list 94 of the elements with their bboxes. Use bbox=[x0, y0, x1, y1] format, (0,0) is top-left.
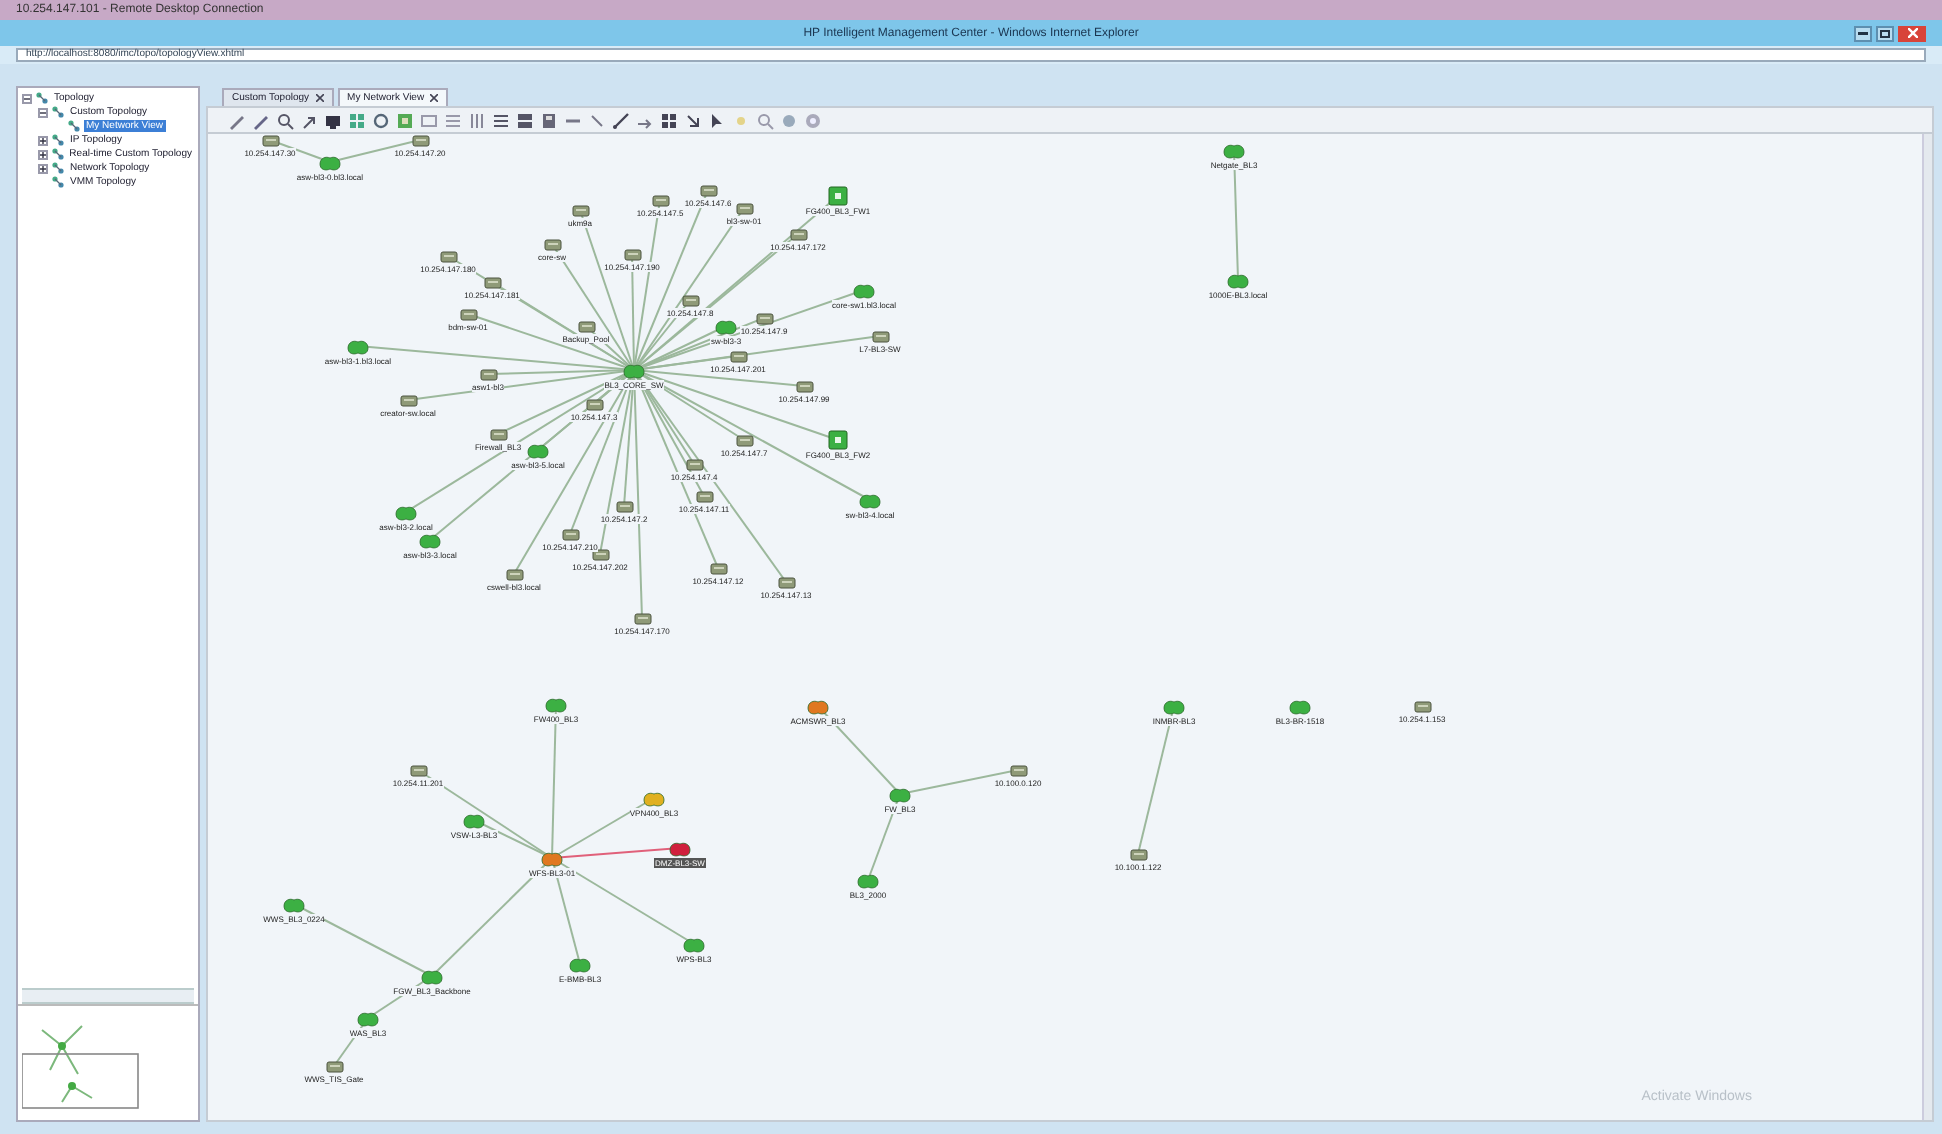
switch-icon[interactable] bbox=[1129, 847, 1147, 861]
switch-icon[interactable] bbox=[1009, 763, 1027, 777]
switch-icon[interactable] bbox=[681, 293, 699, 307]
switch-icon[interactable] bbox=[795, 379, 813, 393]
router-icon[interactable] bbox=[568, 955, 592, 973]
expand-icon[interactable] bbox=[38, 149, 48, 159]
cursor-icon[interactable] bbox=[708, 111, 726, 129]
save-icon[interactable] bbox=[540, 111, 558, 129]
switch-icon[interactable] bbox=[871, 329, 889, 343]
vertical-scrollbar[interactable] bbox=[1922, 134, 1932, 1120]
switch-icon[interactable] bbox=[483, 275, 501, 289]
monitor-icon[interactable] bbox=[324, 111, 342, 129]
switch-icon[interactable] bbox=[615, 499, 633, 513]
maximize-icon bbox=[1880, 29, 1891, 37]
router-icon[interactable] bbox=[540, 849, 564, 867]
switch-icon[interactable] bbox=[755, 311, 773, 325]
switch-icon[interactable] bbox=[571, 203, 589, 217]
router-icon[interactable] bbox=[544, 695, 568, 713]
close-button[interactable] bbox=[1898, 25, 1927, 41]
switch-icon[interactable] bbox=[439, 249, 457, 263]
router-icon[interactable] bbox=[526, 441, 550, 459]
switch-icon[interactable] bbox=[489, 427, 507, 441]
switch-icon[interactable] bbox=[735, 433, 753, 447]
square-node-icon[interactable] bbox=[828, 430, 848, 450]
switch-icon[interactable] bbox=[777, 575, 795, 589]
switch-icon[interactable] bbox=[585, 397, 603, 411]
topology-icon bbox=[52, 106, 64, 118]
topology-icon bbox=[68, 120, 80, 132]
switch-icon[interactable] bbox=[699, 183, 717, 197]
switch-icon[interactable] bbox=[1413, 699, 1431, 713]
zoom-icon[interactable] bbox=[276, 111, 294, 129]
maximize-button[interactable] bbox=[1876, 25, 1895, 41]
switch-icon[interactable] bbox=[479, 367, 497, 381]
router-icon[interactable] bbox=[418, 531, 442, 549]
switch-icon[interactable] bbox=[543, 237, 561, 251]
horizontal-scrollbar[interactable] bbox=[22, 988, 194, 1004]
grid-icon[interactable] bbox=[660, 111, 678, 129]
router-icon[interactable] bbox=[668, 839, 692, 857]
expand-icon[interactable] bbox=[38, 163, 48, 173]
minimize-icon bbox=[1858, 31, 1869, 35]
topology-icon bbox=[36, 92, 48, 104]
switch-icon[interactable] bbox=[399, 393, 417, 407]
switch-icon[interactable] bbox=[561, 527, 579, 541]
router-icon[interactable] bbox=[318, 153, 342, 171]
layout-icon[interactable] bbox=[468, 111, 486, 129]
switch-icon[interactable] bbox=[411, 134, 429, 147]
switch-icon[interactable] bbox=[623, 247, 641, 261]
router-icon[interactable] bbox=[888, 785, 912, 803]
router-icon[interactable] bbox=[714, 317, 738, 335]
collapse-icon[interactable] bbox=[38, 107, 48, 117]
router-icon[interactable] bbox=[1288, 697, 1312, 715]
switch-icon[interactable] bbox=[729, 349, 747, 363]
router-icon[interactable] bbox=[642, 789, 666, 807]
switch-icon[interactable] bbox=[633, 611, 651, 625]
connector-icon[interactable] bbox=[612, 111, 630, 129]
minimize-button[interactable] bbox=[1854, 25, 1873, 41]
switch-icon[interactable] bbox=[735, 201, 753, 215]
square-node-icon[interactable] bbox=[828, 186, 848, 206]
switch-icon[interactable] bbox=[505, 567, 523, 581]
router-icon[interactable] bbox=[420, 967, 444, 985]
router-icon[interactable] bbox=[346, 337, 370, 355]
switch-icon[interactable] bbox=[325, 1059, 343, 1073]
switch-icon[interactable] bbox=[409, 763, 427, 777]
close-icon[interactable] bbox=[430, 94, 439, 102]
router-icon[interactable] bbox=[852, 281, 876, 299]
close-icon[interactable] bbox=[315, 94, 324, 102]
router-icon[interactable] bbox=[1162, 697, 1186, 715]
router-icon[interactable] bbox=[1226, 271, 1250, 289]
list-icon[interactable] bbox=[516, 111, 534, 129]
collapse-icon[interactable] bbox=[22, 93, 32, 103]
switch-icon[interactable] bbox=[261, 134, 279, 147]
layout-icon[interactable] bbox=[492, 111, 510, 129]
switch-icon[interactable] bbox=[695, 489, 713, 503]
router-icon[interactable] bbox=[622, 361, 646, 379]
arrow-icon[interactable] bbox=[684, 111, 702, 129]
router-icon[interactable] bbox=[856, 871, 880, 889]
router-icon[interactable] bbox=[806, 697, 830, 715]
switch-icon[interactable] bbox=[591, 547, 609, 561]
router-icon[interactable] bbox=[462, 811, 486, 829]
switch-icon[interactable] bbox=[789, 227, 807, 241]
router-icon[interactable] bbox=[282, 895, 306, 913]
switch-icon[interactable] bbox=[685, 457, 703, 471]
switch-icon[interactable] bbox=[459, 307, 477, 321]
router-icon[interactable] bbox=[682, 935, 706, 953]
router-icon[interactable] bbox=[356, 1009, 380, 1027]
close-icon bbox=[1907, 28, 1918, 38]
expand-icon[interactable] bbox=[38, 135, 48, 145]
router-icon[interactable] bbox=[394, 503, 418, 521]
switch-icon[interactable] bbox=[651, 193, 669, 207]
router-icon[interactable] bbox=[1222, 141, 1246, 159]
router-icon[interactable] bbox=[858, 491, 882, 509]
switch-icon[interactable] bbox=[577, 319, 595, 333]
switch-icon[interactable] bbox=[709, 561, 727, 575]
arrow-icon[interactable] bbox=[300, 111, 318, 129]
